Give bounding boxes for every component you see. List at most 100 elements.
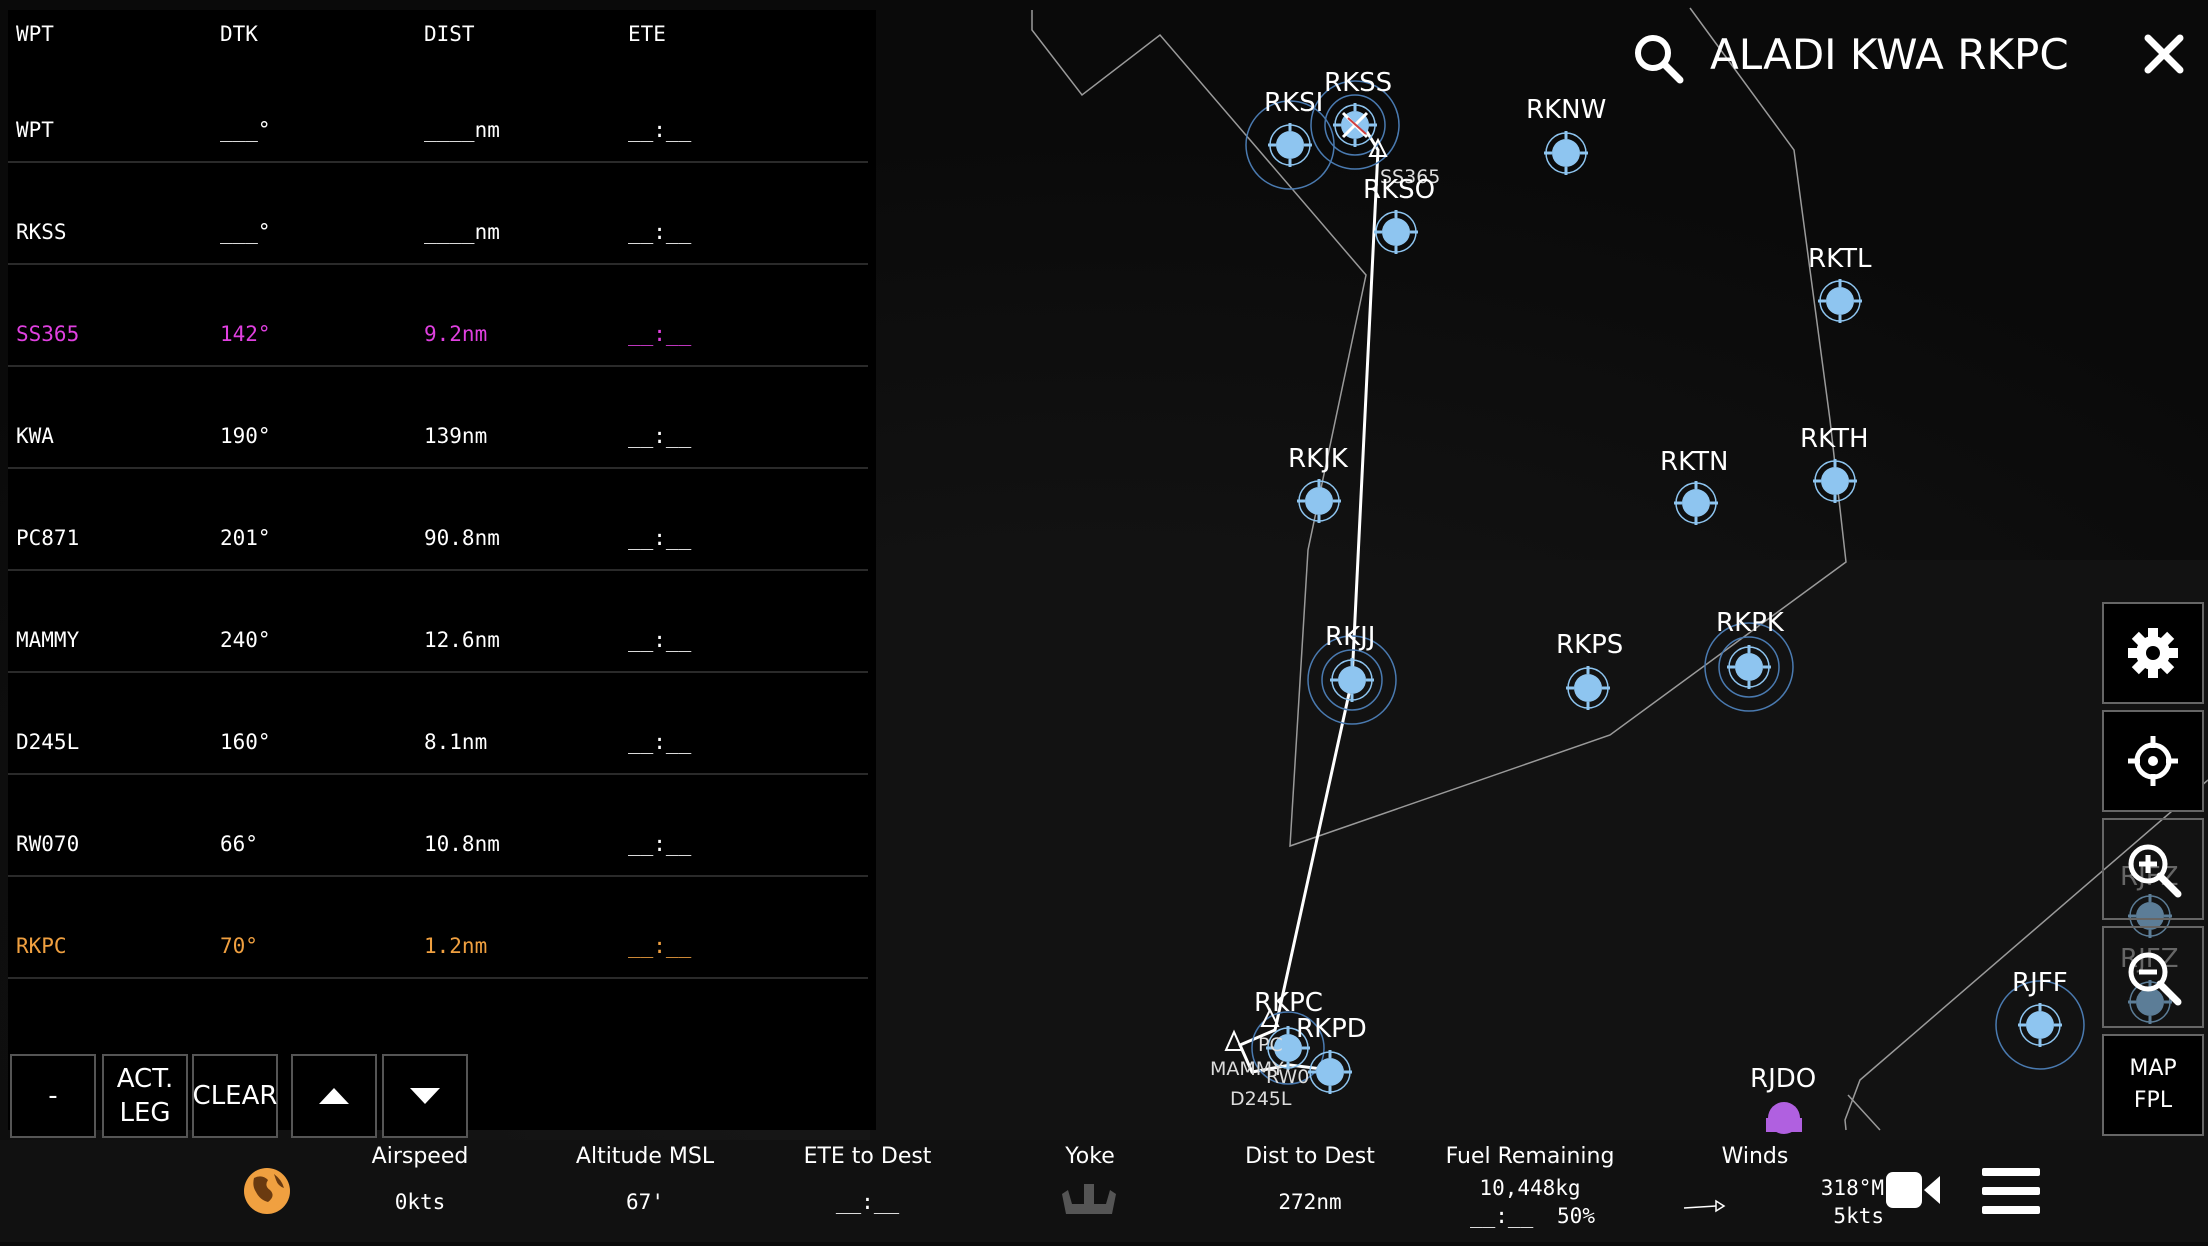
fpl-row[interactable]: PC871 201° 90.8nm __:__	[8, 468, 868, 571]
row-dtk: 240°	[220, 628, 271, 652]
settings-button[interactable]	[2102, 602, 2204, 704]
row-dtk: 142°	[220, 322, 271, 346]
row-wpt: MAMMY	[16, 628, 80, 652]
dist-dest-value: 272nm	[1278, 1190, 1342, 1214]
dist-dest-label: Dist to Dest	[1245, 1144, 1375, 1169]
row-dist: 9.2nm	[424, 322, 488, 346]
label-rkjj: RKJJ	[1325, 622, 1376, 652]
row-wpt: RW070	[16, 832, 80, 856]
row-wpt: KWA	[16, 424, 54, 448]
row-dtk: ___°	[220, 220, 271, 244]
row-wpt: WPT	[16, 118, 54, 142]
crosshair-icon	[2128, 736, 2178, 786]
zoom-in-icon	[2128, 844, 2182, 898]
camera-icon[interactable]	[1884, 1168, 1942, 1212]
label-rkss: RKSS	[1324, 68, 1393, 98]
globe-icon[interactable]	[242, 1166, 292, 1216]
label-rjdo: RJDO	[1750, 1064, 1817, 1094]
airspeed-label: Airspeed	[371, 1144, 469, 1169]
gear-icon	[2128, 628, 2178, 678]
airspeed-value: 0kts	[394, 1190, 446, 1214]
flight-plan-header: WPT DTK DIST ETE	[8, 22, 868, 62]
act-leg-label-1: ACT.	[116, 1064, 174, 1094]
zoom-out-icon	[2128, 952, 2182, 1006]
row-dist: 12.6nm	[424, 628, 500, 652]
winds-direction: 318°M	[1820, 1176, 1884, 1200]
row-ete: __:__	[628, 832, 692, 856]
row-dtk: 160°	[220, 730, 271, 754]
terrain-shade	[870, 560, 2208, 1140]
label-rkpd: RKPD	[1296, 1014, 1367, 1044]
row-dist: 1.2nm	[424, 934, 488, 958]
ete-dest-label: ETE to Dest	[803, 1144, 932, 1169]
row-ete: __:__	[628, 934, 692, 958]
row-dtk: 66°	[220, 832, 258, 856]
fuel-time: __:__	[1470, 1204, 1534, 1228]
label-rkpk: RKPK	[1716, 608, 1784, 638]
search-icon[interactable]	[1632, 32, 1684, 84]
label-rkso: RKSO	[1363, 175, 1436, 205]
fpl-row-active[interactable]: SS365 142° 9.2nm __:__	[8, 264, 868, 367]
altitude-label: Altitude MSL	[575, 1144, 715, 1169]
flight-plan-panel: WPT DTK DIST ETE WPT ___° ____nm __:__ R…	[8, 10, 876, 1138]
fpl-row-destination[interactable]: RKPC 70° 1.2nm __:__	[8, 876, 868, 979]
clear-button[interactable]: CLEAR	[192, 1054, 278, 1138]
label-rktn: RKTN	[1660, 447, 1729, 477]
arrow-up-icon	[319, 1088, 349, 1104]
map-fpl-toggle-button[interactable]: MAP FPL	[2102, 1034, 2204, 1136]
label-rkps: RKPS	[1556, 630, 1624, 660]
move-down-button[interactable]	[382, 1054, 468, 1138]
row-dtk: ___°	[220, 118, 271, 142]
fuel-value: 10,448kg	[1479, 1176, 1581, 1200]
row-ete: __:__	[628, 526, 692, 550]
winds-label: Winds	[1721, 1144, 1789, 1169]
label-rjff: RJFF	[2012, 968, 2068, 998]
ete-dest-value: __:__	[835, 1190, 900, 1214]
row-wpt: RKPC	[16, 934, 67, 958]
close-icon[interactable]	[2142, 32, 2186, 76]
fpl-row[interactable]: RKSS ___° ____nm __:__	[8, 162, 868, 265]
row-dist: ____nm	[424, 118, 500, 142]
row-ete: __:__	[628, 322, 692, 346]
wind-arrow-icon	[1683, 1199, 1726, 1213]
center-map-button[interactable]	[2102, 710, 2204, 812]
label-rktl: RKTL	[1808, 244, 1872, 274]
menu-icon[interactable]	[1982, 1166, 2040, 1216]
header-wpt: WPT	[16, 22, 54, 46]
row-wpt: RKSS	[16, 220, 67, 244]
row-ete: __:__	[628, 628, 692, 652]
label-rkjk: RKJK	[1288, 444, 1348, 474]
fpl-label: FPL	[2133, 1088, 2173, 1113]
fuel-percent: 50%	[1557, 1204, 1595, 1228]
yoke-icon[interactable]	[1058, 1180, 1120, 1218]
row-dist: ____nm	[424, 220, 500, 244]
header-ete: ETE	[628, 22, 666, 46]
row-wpt: SS365	[16, 322, 80, 346]
row-dist: 90.8nm	[424, 526, 500, 550]
label-rkth: RKTH	[1800, 424, 1869, 454]
map-label: MAP	[2129, 1056, 2177, 1081]
act-leg-label-2: LEG	[119, 1098, 171, 1128]
move-up-button[interactable]	[291, 1054, 377, 1138]
row-dtk: 201°	[220, 526, 271, 550]
zoom-in-button[interactable]	[2102, 818, 2204, 920]
search-query[interactable]: ALADI KWA RKPC	[1710, 30, 2069, 79]
yoke-label: Yoke	[1065, 1144, 1115, 1169]
altitude-value: 67'	[626, 1190, 664, 1214]
fpl-row[interactable]: D245L 160° 8.1nm __:__	[8, 672, 868, 775]
fpl-row[interactable]: RW070 66° 10.8nm __:__	[8, 774, 868, 877]
row-wpt: PC871	[16, 526, 80, 550]
winds-speed: 5kts	[1833, 1204, 1884, 1228]
activate-leg-button[interactable]: ACT. LEG	[102, 1054, 188, 1138]
row-wpt: D245L	[16, 730, 80, 754]
label-rknw: RKNW	[1526, 95, 1607, 125]
fpl-row[interactable]: KWA 190° 139nm __:__	[8, 366, 868, 469]
fpl-row[interactable]: WPT ___° ____nm __:__	[8, 60, 868, 163]
fuel-label: Fuel Remaining	[1445, 1144, 1615, 1169]
label-rksi: RKSI	[1264, 88, 1324, 118]
zoom-out-button[interactable]	[2102, 926, 2204, 1028]
row-ete: __:__	[628, 730, 692, 754]
remove-waypoint-button[interactable]: -	[10, 1054, 96, 1138]
label-d245l: D245L	[1230, 1088, 1292, 1110]
fpl-row[interactable]: MAMMY 240° 12.6nm __:__	[8, 570, 868, 673]
